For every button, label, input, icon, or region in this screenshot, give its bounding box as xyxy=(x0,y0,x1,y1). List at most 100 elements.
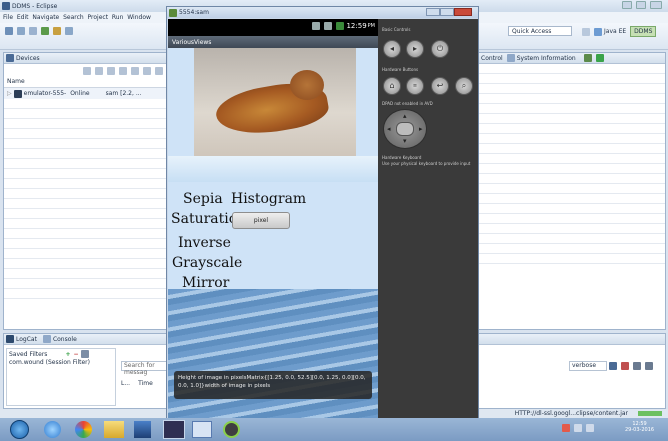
device-name: emulator-555- xyxy=(23,90,67,97)
dpad-right-icon[interactable]: ▸ xyxy=(419,125,423,133)
add-filter-icon[interactable]: + xyxy=(65,351,70,358)
gc-icon[interactable] xyxy=(119,67,127,75)
start-button[interactable] xyxy=(10,420,29,439)
level-column[interactable]: L... xyxy=(121,380,130,387)
quick-access-input[interactable]: Quick Access xyxy=(508,26,572,36)
menu-window[interactable]: Window xyxy=(127,14,151,21)
option-grayscale[interactable]: Grayscale xyxy=(172,255,242,271)
app-icon[interactable] xyxy=(134,421,151,438)
volume-down-icon[interactable]: ◂ xyxy=(383,40,401,58)
tab-control[interactable]: Control xyxy=(481,55,503,62)
volume-up-icon[interactable]: ▸ xyxy=(406,40,424,58)
perspective-bar: Java EE DDMS xyxy=(580,26,657,37)
menu-search[interactable]: Search xyxy=(63,14,84,21)
print-icon[interactable] xyxy=(29,27,37,35)
menu-edit[interactable]: Edit xyxy=(17,14,29,21)
chrome-icon[interactable] xyxy=(75,421,92,438)
dpad-up-icon[interactable]: ▴ xyxy=(403,112,407,120)
emu-minimize-icon[interactable] xyxy=(426,8,440,16)
scroll-lock-icon[interactable] xyxy=(645,362,653,370)
debug-icon[interactable] xyxy=(53,27,61,35)
tab-system-information[interactable]: System Information xyxy=(517,55,576,62)
android-emulator-task-icon[interactable] xyxy=(223,421,240,438)
right-tabs: Control System Information xyxy=(479,53,665,64)
light-band xyxy=(168,156,378,182)
menu-project[interactable]: Project xyxy=(88,14,109,21)
debug-process-icon[interactable] xyxy=(83,67,91,75)
home-icon[interactable]: ⌂ xyxy=(383,77,401,95)
system-info-icon xyxy=(506,54,515,62)
stop-process-icon[interactable] xyxy=(143,67,151,75)
add-icon[interactable] xyxy=(595,54,604,62)
clear-log-icon[interactable] xyxy=(621,362,629,370)
log-columns: L... Time xyxy=(121,380,153,387)
menu-file[interactable]: File xyxy=(3,14,13,21)
update-heap-icon[interactable] xyxy=(95,67,103,75)
search-key-icon[interactable]: ⌕ xyxy=(455,77,473,95)
device-state: Online xyxy=(70,90,90,97)
tab-logcat[interactable]: LogCat xyxy=(16,336,37,343)
dpad-down-icon[interactable]: ▾ xyxy=(403,137,407,145)
expand-icon[interactable]: ▷ xyxy=(7,90,12,97)
save-log-icon[interactable] xyxy=(609,362,617,370)
update-threads-icon[interactable] xyxy=(131,67,139,75)
signal-icon xyxy=(324,22,333,30)
phone-status-icons: 12:59 PM xyxy=(310,22,375,30)
run-icon[interactable] xyxy=(41,27,49,35)
back-icon[interactable]: ↩ xyxy=(431,77,449,95)
log-level-select[interactable]: verbose xyxy=(569,361,607,371)
folder-icon[interactable] xyxy=(104,421,124,438)
remove-filter-icon[interactable]: − xyxy=(73,351,78,358)
search-icon[interactable] xyxy=(65,27,73,35)
devices-tab[interactable]: Devices xyxy=(16,55,40,62)
taskbar-clock-block[interactable]: 12:59 29-03-2016 xyxy=(625,421,654,433)
network-icon[interactable] xyxy=(574,424,582,432)
devices-tab-header: Devices xyxy=(4,53,168,64)
pixel-button[interactable]: pixel xyxy=(232,212,290,229)
open-perspective-icon[interactable] xyxy=(582,27,590,36)
emu-maximize-icon[interactable] xyxy=(440,8,454,16)
filter-item[interactable]: com.wound (Session Filter) xyxy=(7,359,115,366)
dpad[interactable]: ▴ ▾ ◂ ▸ xyxy=(383,109,427,149)
tab-console[interactable]: Console xyxy=(53,336,77,343)
close-icon[interactable] xyxy=(650,1,662,9)
screen-capture-icon[interactable] xyxy=(155,67,163,75)
saved-filters-label: Saved Filters xyxy=(9,350,48,358)
option-histogram[interactable]: Histogram xyxy=(231,191,306,207)
eclipse-task-icon[interactable] xyxy=(163,420,185,439)
dpad-left-icon[interactable]: ◂ xyxy=(387,125,391,133)
edit-filter-icon[interactable] xyxy=(80,350,89,358)
emu-close-icon[interactable] xyxy=(454,8,472,16)
menu-run[interactable]: Run xyxy=(112,14,124,21)
view-menu-icon[interactable] xyxy=(583,54,592,62)
right-panel: Control System Information xyxy=(478,52,666,330)
log-search-input[interactable]: Search for messag xyxy=(121,361,171,376)
option-sepia[interactable]: Sepia xyxy=(183,191,223,207)
new-icon[interactable] xyxy=(5,27,13,35)
ie-icon[interactable] xyxy=(44,421,61,438)
option-inverse[interactable]: Inverse xyxy=(178,235,231,251)
dump-hprof-icon[interactable] xyxy=(107,67,115,75)
menu-key-icon[interactable]: ≡ xyxy=(406,77,424,95)
perspective-java-ee[interactable]: Java EE xyxy=(604,28,626,35)
hw-keyboard-hint: Use your physical keyboard to provide in… xyxy=(382,161,471,166)
devices-toolbar xyxy=(4,64,168,78)
save-icon[interactable] xyxy=(17,27,25,35)
power-icon[interactable]: ⏻ xyxy=(431,40,449,58)
perspective-ddms[interactable]: DDMS xyxy=(630,26,657,37)
device-row[interactable]: ▷ emulator-555- Online sam [2.2, ... xyxy=(4,88,168,99)
minimize-icon[interactable] xyxy=(622,1,632,9)
taskbar-date: 29-03-2016 xyxy=(625,427,655,433)
dpad-center-icon[interactable] xyxy=(396,122,414,136)
display-icon[interactable] xyxy=(633,362,641,370)
time-column[interactable]: Time xyxy=(138,380,153,387)
flag-icon[interactable] xyxy=(562,424,570,432)
saved-filters-header: Saved Filters + − xyxy=(7,349,115,359)
android-icon xyxy=(169,8,177,17)
menu-navigate[interactable]: Navigate xyxy=(32,14,59,21)
volume-icon[interactable] xyxy=(586,424,594,432)
maximize-icon[interactable] xyxy=(636,1,646,9)
app-title-bar: VariousViews xyxy=(168,36,378,48)
emulator-window: 5554:sam 12:59 PM VariousViews Sepia His… xyxy=(166,6,479,420)
paint-icon[interactable] xyxy=(192,421,212,438)
